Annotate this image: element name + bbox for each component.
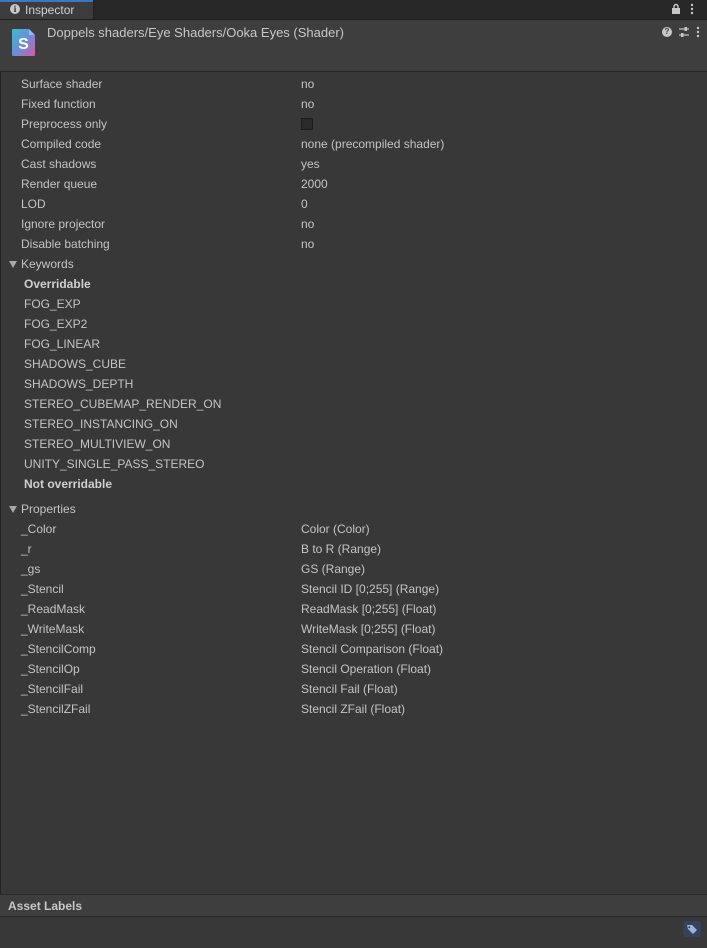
property-description: WriteMask [0;255] (Float): [301, 622, 436, 636]
property-row: _ReadMask ReadMask [0;255] (Float): [1, 599, 701, 619]
keyword-item: FOG_EXP2: [24, 317, 88, 331]
info-value: no: [301, 77, 315, 91]
info-row-ignore-projector: Ignore projector no: [1, 214, 701, 234]
info-label: Disable batching: [21, 237, 110, 251]
property-row: _StencilOp Stencil Operation (Float): [1, 659, 701, 679]
info-label: Cast shadows: [21, 157, 97, 171]
info-value: 2000: [301, 177, 328, 191]
info-row-fixed-function: Fixed function no: [1, 94, 701, 114]
info-label: Render queue: [21, 177, 98, 191]
property-description: Stencil Comparison (Float): [301, 642, 444, 656]
compiled-code-value[interactable]: none (precompiled shader): [301, 134, 444, 154]
property-name: _StencilZFail: [21, 702, 91, 716]
keyword-item: SHADOWS_CUBE: [24, 357, 127, 371]
keyword-item: FOG_LINEAR: [24, 337, 101, 351]
property-row: _gs GS (Range): [1, 559, 701, 579]
property-row: _Color Color (Color): [1, 519, 701, 539]
property-name: _Color: [21, 522, 57, 536]
keyword-item: SHADOWS_DEPTH: [24, 377, 134, 391]
info-value: no: [301, 97, 315, 111]
tab-label: Inspector: [25, 3, 75, 17]
info-value: no: [301, 217, 315, 231]
keyword-item: STEREO_CUBEMAP_RENDER_ON: [24, 397, 222, 411]
info-label: Surface shader: [21, 77, 103, 91]
properties-heading: Properties: [21, 502, 76, 516]
info-label: Preprocess only: [21, 117, 108, 131]
info-row-disable-batching: Disable batching no: [1, 234, 701, 254]
property-row: _StencilFail Stencil Fail (Float): [1, 679, 701, 699]
property-description: Color (Color): [301, 522, 370, 536]
info-row-preprocess-only: Preprocess only: [1, 114, 701, 134]
tag-icon[interactable]: [683, 921, 701, 937]
info-row-compiled-code: Compiled code none (precompiled shader): [1, 134, 701, 154]
property-description: B to R (Range): [301, 542, 382, 556]
property-name: _r: [21, 542, 32, 556]
asset-labels-header[interactable]: Asset Labels: [0, 895, 707, 917]
property-description: ReadMask [0;255] (Float): [301, 602, 437, 616]
foldout-arrow-icon: [9, 261, 17, 268]
property-name: _StencilOp: [21, 662, 80, 676]
property-name: _WriteMask: [21, 622, 85, 636]
info-row-render-queue: Render queue 2000: [1, 174, 701, 194]
info-row-lod: LOD 0: [1, 194, 701, 214]
keywords-foldout[interactable]: Keywords: [1, 254, 201, 274]
info-label: Compiled code: [21, 137, 102, 151]
presets-icon[interactable]: [678, 26, 690, 38]
property-row: _StencilZFail Stencil ZFail (Float): [1, 699, 701, 719]
shader-file-icon: S: [12, 29, 35, 56]
info-value: yes: [301, 157, 320, 171]
property-name: _ReadMask: [21, 602, 86, 616]
property-description: GS (Range): [301, 562, 366, 576]
tab-inspector[interactable]: i Inspector: [0, 0, 94, 19]
info-row-surface-shader: Surface shader no: [1, 74, 701, 94]
foldout-arrow-icon: [9, 506, 17, 513]
inspector-header: S Doppels shaders/Eye Shaders/Ooka Eyes …: [0, 20, 707, 72]
info-row-cast-shadows: Cast shadows yes: [1, 154, 701, 174]
asset-labels-panel: Asset Labels: [0, 894, 707, 948]
kebab-menu-icon[interactable]: [689, 3, 695, 15]
tab-bar: i Inspector: [0, 0, 707, 20]
info-value: no: [301, 237, 315, 251]
property-description: Stencil ZFail (Float): [301, 702, 406, 716]
property-name: _StencilFail: [21, 682, 84, 696]
keyword-item: STEREO_INSTANCING_ON: [24, 417, 178, 431]
asset-labels-title: Asset Labels: [8, 899, 83, 913]
preprocess-only-checkbox[interactable]: [301, 118, 313, 130]
lock-icon[interactable]: [670, 3, 682, 15]
keyword-item: FOG_EXP: [24, 297, 81, 311]
property-description: Stencil ID [0;255] (Range): [301, 582, 440, 596]
property-name: _gs: [21, 562, 41, 576]
keyword-item: STEREO_MULTIVIEW_ON: [24, 437, 171, 451]
property-row: _r B to R (Range): [1, 539, 701, 559]
keyword-item: UNITY_SINGLE_PASS_STEREO: [24, 457, 205, 471]
help-icon[interactable]: ?: [662, 27, 672, 37]
property-row: _WriteMask WriteMask [0;255] (Float): [1, 619, 701, 639]
inspector-content: Surface shader no Fixed function no Prep…: [0, 72, 707, 894]
not-overridable-heading: Not overridable: [24, 477, 113, 491]
info-icon: i: [10, 4, 20, 14]
info-label: LOD: [21, 197, 46, 211]
keywords-heading: Keywords: [21, 257, 74, 271]
tab-accent: [0, 0, 93, 2]
svg-text:S: S: [18, 36, 29, 53]
page-title: Doppels shaders/Eye Shaders/Ooka Eyes (S…: [47, 25, 344, 40]
property-row: _Stencil Stencil ID [0;255] (Range): [1, 579, 701, 599]
properties-foldout[interactable]: Properties: [1, 499, 201, 519]
property-name: _Stencil: [21, 582, 64, 596]
info-label: Ignore projector: [21, 217, 106, 231]
info-label: Fixed function: [21, 97, 96, 111]
property-description: Stencil Operation (Float): [301, 662, 432, 676]
property-description: Stencil Fail (Float): [301, 682, 398, 696]
property-row: _StencilComp Stencil Comparison (Float): [1, 639, 701, 659]
property-name: _StencilComp: [21, 642, 96, 656]
header-kebab-menu-icon[interactable]: [695, 26, 701, 38]
overridable-heading: Overridable: [24, 277, 91, 291]
info-value: 0: [301, 197, 308, 211]
